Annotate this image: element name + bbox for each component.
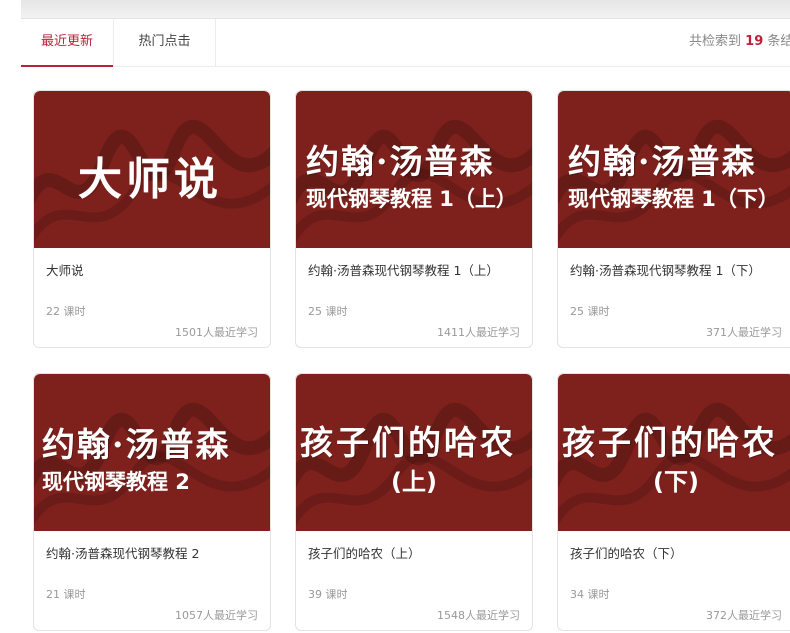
course-card[interactable]: 大师说 大师说 22 课时 1501人最近学习 bbox=[33, 90, 271, 348]
result-count: 共检索到 19 条结 bbox=[689, 19, 790, 65]
course-learners: 371人最近学习 bbox=[706, 326, 782, 339]
course-lessons: 22 课时 bbox=[46, 305, 86, 318]
cover-subtitle: 现代钢琴教程 2 bbox=[42, 470, 190, 494]
result-count-number: 19 bbox=[745, 34, 764, 49]
course-learners: 372人最近学习 bbox=[706, 609, 782, 622]
course-learners: 1548人最近学习 bbox=[437, 609, 520, 622]
course-cover: 孩子们的哈农 (下) bbox=[558, 374, 790, 531]
course-card[interactable]: 约翰·汤普森 现代钢琴教程 1（上） 约翰·汤普森现代钢琴教程 1（上） 25 … bbox=[295, 90, 533, 348]
course-title[interactable]: 约翰·汤普森现代钢琴教程 1（上） bbox=[308, 260, 499, 279]
course-card[interactable]: 约翰·汤普森 现代钢琴教程 1（下） 约翰·汤普森现代钢琴教程 1（下） 25 … bbox=[557, 90, 790, 348]
course-cover: 约翰·汤普森 现代钢琴教程 1（上） bbox=[296, 91, 532, 248]
course-title[interactable]: 孩子们的哈农（下） bbox=[570, 543, 683, 562]
cover-title: 约翰·汤普森 bbox=[42, 425, 231, 464]
course-cover: 约翰·汤普森 现代钢琴教程 1（下） bbox=[558, 91, 790, 248]
course-lessons: 25 课时 bbox=[308, 305, 348, 318]
cover-title: 约翰·汤普森 bbox=[306, 142, 495, 181]
top-strip bbox=[21, 0, 790, 19]
course-title[interactable]: 约翰·汤普森现代钢琴教程 1（下） bbox=[570, 260, 761, 279]
result-count-suffix: 条结 bbox=[767, 34, 790, 49]
cover-subtitle: (上) bbox=[391, 468, 437, 496]
course-card[interactable]: 孩子们的哈农 (下) 孩子们的哈农（下） 34 课时 372人最近学习 bbox=[557, 373, 790, 631]
tab-bar: 最近更新 热门点击 共检索到 19 条结 bbox=[21, 19, 790, 67]
course-lessons: 39 课时 bbox=[308, 588, 348, 601]
course-title[interactable]: 大师说 bbox=[46, 260, 84, 279]
course-title[interactable]: 约翰·汤普森现代钢琴教程 2 bbox=[46, 543, 199, 562]
cover-title: 大师说 bbox=[78, 154, 222, 205]
tab-hot[interactable]: 热门点击 bbox=[113, 19, 216, 67]
tab-recent[interactable]: 最近更新 bbox=[21, 19, 113, 67]
course-title[interactable]: 孩子们的哈农（上） bbox=[308, 543, 421, 562]
cover-subtitle: (下) bbox=[653, 468, 699, 496]
course-learners: 1501人最近学习 bbox=[175, 326, 258, 339]
cover-subtitle: 现代钢琴教程 1（下） bbox=[568, 187, 779, 211]
cover-subtitle: 现代钢琴教程 1（上） bbox=[306, 187, 517, 211]
course-lessons: 25 课时 bbox=[570, 305, 610, 318]
cover-title: 约翰·汤普森 bbox=[568, 142, 757, 181]
course-lessons: 21 课时 bbox=[46, 588, 86, 601]
result-count-prefix: 共检索到 bbox=[689, 34, 742, 49]
course-learners: 1057人最近学习 bbox=[175, 609, 258, 622]
course-cover: 约翰·汤普森 现代钢琴教程 2 bbox=[34, 374, 270, 531]
course-cover: 大师说 bbox=[34, 91, 270, 248]
course-card[interactable]: 孩子们的哈农 (上) 孩子们的哈农（上） 39 课时 1548人最近学习 bbox=[295, 373, 533, 631]
cover-title: 孩子们的哈农 bbox=[300, 423, 516, 462]
course-cover: 孩子们的哈农 (上) bbox=[296, 374, 532, 531]
course-lessons: 34 课时 bbox=[570, 588, 610, 601]
course-card[interactable]: 约翰·汤普森 现代钢琴教程 2 约翰·汤普森现代钢琴教程 2 21 课时 105… bbox=[33, 373, 271, 631]
course-learners: 1411人最近学习 bbox=[437, 326, 520, 339]
cover-title: 孩子们的哈农 bbox=[562, 423, 778, 462]
